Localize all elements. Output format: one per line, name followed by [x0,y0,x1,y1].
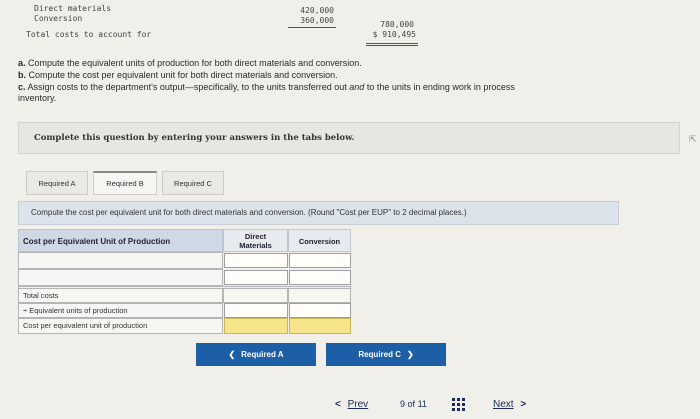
total-costs-value: $ 910,495 [372,30,416,39]
pager-prev-label: Prev [347,399,369,410]
question-prompt: Compute the cost per equivalent unit for… [18,201,619,225]
table-row-blank-1-label [18,252,223,269]
total-rule-1 [366,43,418,44]
pager-prev-link[interactable]: < Prev [335,399,368,410]
instruction-c-text-2: to the units in ending work in process [366,82,515,92]
tab-required-b[interactable]: Required B [93,171,157,195]
next-required-label: Required C [358,350,401,359]
subtotal-rule [288,27,336,28]
total-costs-label: Total costs to account for [26,30,152,39]
instruction-c-and: and [349,82,365,92]
pager-prev-chevron-icon: < [335,399,341,410]
instruction-c-prefix: c. [18,82,26,92]
row-cost-per-eu-label: Cost per equivalent unit of production [18,318,223,334]
cursor-icon: ⇱ [689,134,697,144]
conversion-value: 360,000 [300,16,334,25]
instruction-a: a. Compute the equivalent units of produ… [18,58,668,69]
col-conversion-header: Conversion [288,229,351,252]
cost-per-eu-conversion-output [289,318,351,334]
tab-required-c[interactable]: Required C [162,171,224,195]
table-row-blank-2-label [18,269,223,286]
total-costs-conversion [288,288,351,303]
instruction-a-text: Compute the equivalent units of producti… [28,58,362,68]
prev-required-a-button[interactable]: ❮ Required A [196,343,316,366]
instruction-b-text: Compute the cost per equivalent unit for… [28,70,338,80]
blank-2-direct-materials-input[interactable] [224,270,288,285]
col-direct-materials-header: Direct Materials [223,229,288,252]
instruction-a-prefix: a. [18,58,26,68]
direct-materials-label: Direct materials [34,4,112,13]
total-costs-direct-materials [223,288,288,303]
pager-total: 11 [417,399,427,409]
col-direct-materials-line2: Materials [239,241,272,250]
equiv-units-conversion-input[interactable] [289,303,351,318]
pager-next-label: Next [493,399,514,410]
row-equiv-units-label: ÷ Equivalent units of production [18,303,223,318]
blank-2-conversion-input[interactable] [289,270,351,285]
blank-1-conversion-input[interactable] [289,253,351,268]
tab-required-a[interactable]: Required A [26,171,88,195]
pager-current: 9 [400,399,406,409]
instruction-b: b. Compute the cost per equivalent unit … [18,70,668,81]
instruction-c: c. Assign costs to the department's outp… [18,82,668,104]
pager-of: of [407,399,416,409]
pager-status: 9 of 11 [400,399,427,409]
subtotal-value: 780,000 [380,20,414,29]
pager-next-link[interactable]: Next > [493,399,526,410]
complete-question-text: Complete this question by entering your … [34,133,355,143]
equiv-units-direct-materials-input[interactable] [224,303,288,318]
prev-required-label: Required A [241,350,284,359]
pager-next-chevron-icon: > [520,399,527,410]
conversion-label: Conversion [34,14,83,23]
blank-1-direct-materials-input[interactable] [224,253,288,268]
instruction-c-text-3: inventory. [18,93,57,103]
total-rule-2 [366,45,418,46]
cost-per-eu-direct-materials-output [224,318,288,334]
instruction-b-prefix: b. [18,70,26,80]
chevron-left-icon: ❮ [228,350,236,359]
table-title: Cost per Equivalent Unit of Production [18,229,223,252]
direct-materials-value: 420,000 [300,6,334,15]
col-direct-materials-line1: Direct [244,232,267,241]
chevron-right-icon: ❯ [406,350,414,359]
row-total-costs-label: Total costs [18,288,223,303]
next-required-c-button[interactable]: Required C ❯ [326,343,446,366]
grid-menu-icon[interactable] [452,398,465,411]
instruction-c-text-1: Assign costs to the department's output—… [27,82,347,92]
